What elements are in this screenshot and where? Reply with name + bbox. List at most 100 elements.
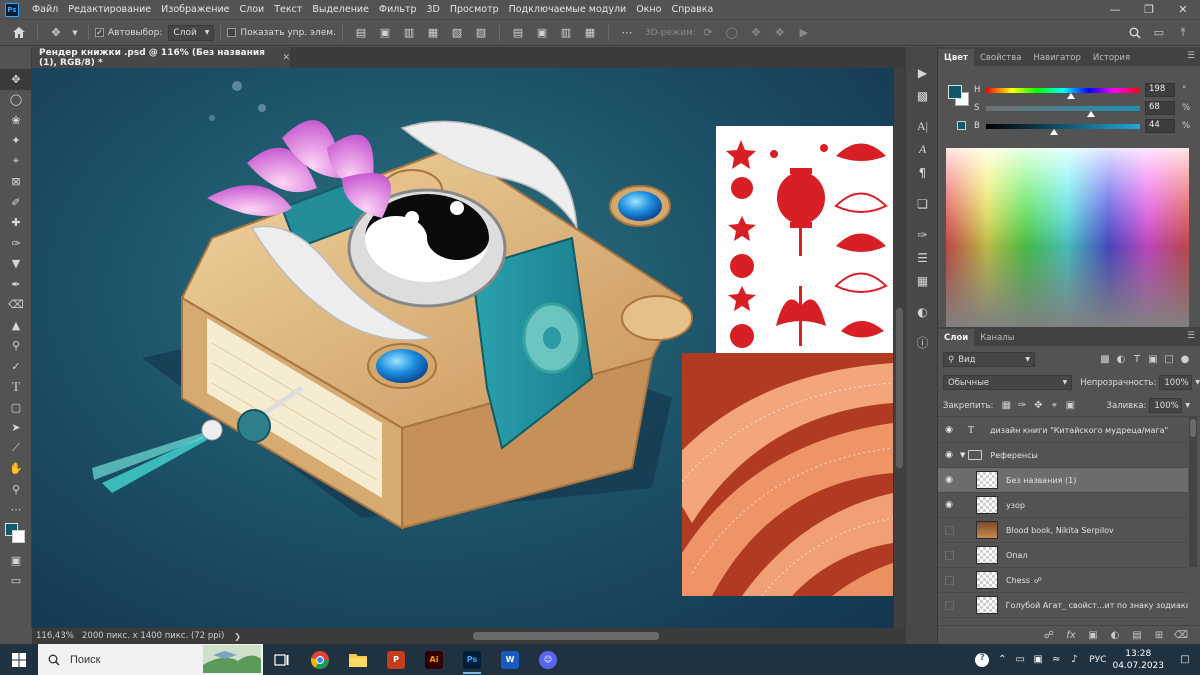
magic-wand-tool-icon[interactable]: ✦ <box>0 131 32 152</box>
autoselect-checkbox[interactable]: ✓ Автовыбор: <box>95 28 162 38</box>
path-selection-tool-icon[interactable]: ➤ <box>0 418 32 439</box>
eye-icon[interactable]: ◉ <box>938 475 960 485</box>
menu-edit[interactable]: Редактирование <box>63 4 156 15</box>
minimize-icon[interactable]: — <box>1098 0 1132 19</box>
align-left-icon[interactable]: ▦ <box>424 24 442 42</box>
menu-filter[interactable]: Фильтр <box>374 4 422 15</box>
document-canvas[interactable] <box>32 68 894 628</box>
trash-icon[interactable]: ⌫ <box>1170 630 1192 641</box>
move-tool-icon[interactable]: ✥ <box>47 24 65 42</box>
eraser-tool-icon[interactable]: ⌫ <box>0 295 32 316</box>
workspace-icon[interactable]: ▭ <box>1150 24 1168 42</box>
chevron-up-icon[interactable]: ⌃ <box>993 654 1011 665</box>
restore-icon[interactable]: ❐ <box>1132 0 1166 19</box>
lock-all-icon[interactable]: ▣ <box>1063 399 1077 413</box>
layer-row[interactable]: ◉ Без названия (1) <box>938 468 1188 493</box>
visibility-toggle[interactable] <box>945 525 954 535</box>
scrollbar-thumb[interactable] <box>896 308 903 468</box>
healing-brush-tool-icon[interactable]: ✚ <box>0 213 32 234</box>
link-layers-icon[interactable]: ☍ <box>1038 630 1060 641</box>
hand-tool-icon[interactable]: ✋ <box>0 459 32 480</box>
opacity-input[interactable]: 100% <box>1159 375 1193 390</box>
new-group-icon[interactable]: ▤ <box>1126 630 1148 641</box>
layer-row[interactable]: ◉ узор <box>938 493 1188 518</box>
canvas-vertical-scrollbar[interactable] <box>894 68 905 628</box>
align-bottom-icon[interactable]: ▥ <box>400 24 418 42</box>
search-icon[interactable] <box>1126 24 1144 42</box>
history-brush-tool-icon[interactable]: ✒ <box>0 274 32 295</box>
play-actions-icon[interactable]: ▶ <box>906 61 939 84</box>
marquee-tool-icon[interactable]: ◯ <box>0 90 32 111</box>
quick-mask-icon[interactable]: ▣ <box>0 550 32 571</box>
distribute-bottom-icon[interactable]: ▥ <box>557 24 575 42</box>
document-tab[interactable]: Рендер книжки .psd @ 116% (Без названия … <box>32 47 290 68</box>
menu-file[interactable]: Файл <box>27 4 63 15</box>
eye-icon[interactable]: ◉ <box>938 500 960 510</box>
layers-scrollbar[interactable] <box>1189 417 1197 567</box>
filter-toggle-icon[interactable]: ● <box>1178 353 1192 367</box>
hue-slider[interactable] <box>986 88 1140 93</box>
adjustment-layer-icon[interactable]: ◐ <box>1104 630 1126 641</box>
distribute-top-icon[interactable]: ▤ <box>509 24 527 42</box>
stamp-tool-icon[interactable]: ▼ <box>0 254 32 275</box>
help-icon[interactable]: ? <box>975 652 990 667</box>
filter-shape-icon[interactable]: ▣ <box>1146 353 1160 367</box>
taskbar-app-powerpoint[interactable]: P <box>377 644 415 675</box>
home-icon[interactable] <box>10 24 28 42</box>
swatches-grid-icon[interactable]: ▦ <box>906 269 939 292</box>
zoom-level[interactable]: 116,43% <box>36 631 78 641</box>
align-right-icon[interactable]: ▨ <box>472 24 490 42</box>
info-icon[interactable]: ⓘ <box>906 331 939 354</box>
type-tool-icon[interactable]: T <box>0 377 32 398</box>
adjustments-sliders-icon[interactable]: ☰ <box>906 246 939 269</box>
filter-type-icon[interactable]: T <box>1130 353 1144 367</box>
layer-group-row[interactable]: ◉ ▼ Референсы <box>938 443 1188 468</box>
paragraph-icon[interactable]: ¶ <box>906 161 939 184</box>
chevron-down-icon[interactable]: ▼ <box>960 451 965 459</box>
menu-window[interactable]: Окно <box>631 4 666 15</box>
lock-artboard-icon[interactable]: ⌖ <box>1047 399 1061 413</box>
character-styles-icon[interactable]: A <box>906 138 939 161</box>
distribute-left-icon[interactable]: ▦ <box>581 24 599 42</box>
hue-value-input[interactable]: 198 <box>1145 83 1175 97</box>
color-spectrum-picker[interactable] <box>946 148 1189 328</box>
move-tool-icon[interactable]: ✥ <box>0 69 32 90</box>
tab-layers[interactable]: Слои <box>938 329 975 346</box>
lock-transparency-icon[interactable]: ▦ <box>999 399 1013 413</box>
3d-slide-icon[interactable]: ❖ <box>771 24 789 42</box>
fill-input[interactable]: 100% <box>1149 398 1183 413</box>
screen-mode-icon[interactable]: ▭ <box>0 571 32 592</box>
align-top-icon[interactable]: ▤ <box>352 24 370 42</box>
brightness-value-input[interactable]: 44 <box>1145 119 1175 133</box>
brightness-slider[interactable] <box>986 124 1140 129</box>
taskbar-app-illustrator[interactable]: Ai <box>415 644 453 675</box>
wifi-icon[interactable]: ≈ <box>1047 654 1065 665</box>
windows-start-button[interactable] <box>0 644 38 675</box>
crop-tool-icon[interactable]: ⌖ <box>0 151 32 172</box>
chevron-down-icon[interactable]: ▼ <box>1195 379 1200 386</box>
layer-row[interactable]: Blood book, Nikita Serpilov <box>938 518 1188 543</box>
blend-mode-dropdown[interactable]: Обычные ▼ <box>943 375 1073 390</box>
filter-adjustment-icon[interactable]: ◐ <box>1114 353 1128 367</box>
dodge-tool-icon[interactable]: ⚲ <box>0 336 32 357</box>
align-hcenter-icon[interactable]: ▧ <box>448 24 466 42</box>
3d-camera-icon[interactable]: ▶ <box>795 24 813 42</box>
visibility-toggle[interactable] <box>945 550 954 560</box>
share-icon[interactable]: ⤒ <box>1174 24 1192 42</box>
panel-menu-icon[interactable]: ☰ <box>1187 331 1195 341</box>
chevron-down-icon[interactable]: ▼ <box>1185 402 1190 409</box>
add-mask-icon[interactable]: ▣ <box>1082 630 1104 641</box>
menu-3d[interactable]: 3D <box>422 4 445 15</box>
taskbar-app-chrome[interactable] <box>301 644 339 675</box>
volume-icon[interactable]: ♪ <box>1065 654 1083 665</box>
input-language[interactable]: РУС <box>1089 655 1106 665</box>
close-icon[interactable]: ✕ <box>282 53 290 63</box>
system-clock[interactable]: 13:28 04.07.2023 <box>1112 648 1164 672</box>
3d-pan-icon[interactable]: ✥ <box>747 24 765 42</box>
eyedropper-tool-icon[interactable]: ✐ <box>0 192 32 213</box>
visibility-toggle[interactable] <box>945 600 954 610</box>
close-icon[interactable]: ✕ <box>1166 0 1200 19</box>
histogram-icon[interactable]: ▩ <box>906 84 939 107</box>
align-vcenter-icon[interactable]: ▣ <box>376 24 394 42</box>
brush-settings-icon[interactable]: ✑ <box>906 223 939 246</box>
